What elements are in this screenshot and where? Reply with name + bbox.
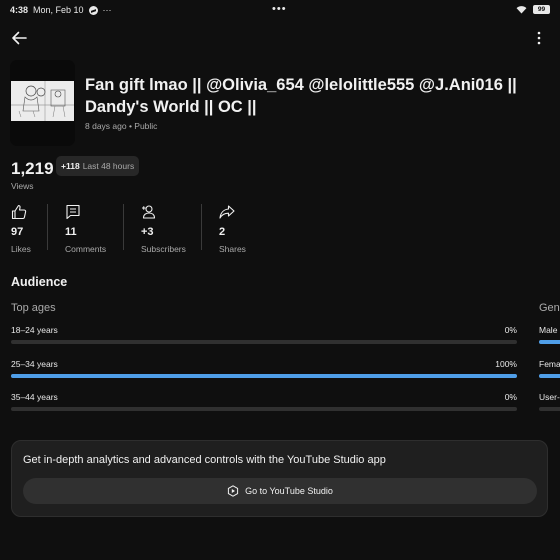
likes-label: Likes xyxy=(11,244,31,254)
age-percent: 0% xyxy=(504,392,517,402)
age-percent: 0% xyxy=(504,325,517,335)
gender-bar-track xyxy=(539,374,560,378)
thumbnail-image xyxy=(11,81,74,121)
age-label: 35–44 years xyxy=(11,392,58,402)
age-bar-track xyxy=(11,374,517,378)
views-delta: +118 xyxy=(61,161,80,171)
views-count: 1,219 xyxy=(11,159,54,178)
back-arrow-icon[interactable] xyxy=(10,29,28,47)
comments-count: 11 xyxy=(65,226,77,238)
gender-title: Gen xyxy=(539,302,560,314)
video-title: Fan gift lmao || @Olivia_654 @lelolittle… xyxy=(85,76,517,116)
battery-icon: 99 xyxy=(533,5,550,14)
go-to-studio-label: Go to YouTube Studio xyxy=(245,486,333,496)
gender-bar-track xyxy=(539,407,560,411)
share-icon xyxy=(219,205,235,219)
status-time: 4:38 xyxy=(10,5,29,15)
youtube-studio-icon xyxy=(228,485,239,497)
age-bar-fill xyxy=(11,374,517,378)
audience-title: Audience xyxy=(11,275,68,289)
video-thumbnail[interactable] xyxy=(10,60,75,146)
views-period: Last 48 hours xyxy=(82,161,135,171)
age-bar-track xyxy=(11,407,517,411)
more-notifications-icon: ··· xyxy=(102,5,112,15)
status-left: 4:38 Mon, Feb 10 ··· xyxy=(10,5,112,15)
status-center-dots: ••• xyxy=(272,3,287,15)
person-add-icon xyxy=(142,205,156,219)
studio-promo-card: Get in-depth analytics and advanced cont… xyxy=(11,440,548,517)
stat-divider xyxy=(201,204,202,250)
more-options-icon[interactable] xyxy=(536,30,542,46)
status-date: Mon, Feb 10 xyxy=(33,5,84,15)
views-label: Views xyxy=(11,181,34,191)
status-right: 99 xyxy=(516,5,550,14)
subscribers-label: Subscribers xyxy=(141,244,186,254)
promo-text: Get in-depth analytics and advanced cont… xyxy=(23,454,386,466)
age-row-18-24: 18–24 years 0% xyxy=(11,325,517,347)
top-ages-title: Top ages xyxy=(11,302,56,314)
age-row-35-44: 35–44 years 0% xyxy=(11,392,517,414)
gender-bar-fill xyxy=(539,340,560,344)
status-bar: 4:38 Mon, Feb 10 ··· ••• 99 xyxy=(0,0,560,20)
messenger-icon xyxy=(88,5,98,15)
thumbs-up-icon xyxy=(11,204,27,220)
comment-icon xyxy=(66,204,80,220)
gender-label-user-specified: User-s xyxy=(539,392,560,402)
wifi-icon xyxy=(516,6,527,14)
likes-count: 97 xyxy=(11,226,24,238)
subscribers-count: +3 xyxy=(141,226,154,238)
stat-divider xyxy=(47,204,48,250)
views-delta-chip: +118 Last 48 hours xyxy=(56,156,140,176)
stat-divider xyxy=(123,204,124,250)
go-to-studio-button[interactable]: Go to YouTube Studio xyxy=(23,478,537,504)
gender-label-male: Male xyxy=(539,325,558,335)
gender-label-female: Fema xyxy=(539,359,560,369)
age-bar-track xyxy=(11,340,517,344)
thumbnail-sketch xyxy=(11,81,74,121)
age-label: 25–34 years xyxy=(11,359,58,369)
age-percent: 100% xyxy=(495,359,517,369)
shares-count: 2 xyxy=(219,226,226,238)
comments-label: Comments xyxy=(65,244,107,254)
gender-bar-track xyxy=(539,340,560,344)
video-meta: 8 days ago • Public xyxy=(85,121,158,131)
age-label: 18–24 years xyxy=(11,325,58,335)
gender-bar-fill xyxy=(539,374,560,378)
shares-label: Shares xyxy=(219,244,246,254)
age-row-25-34: 25–34 years 100% xyxy=(11,359,517,381)
